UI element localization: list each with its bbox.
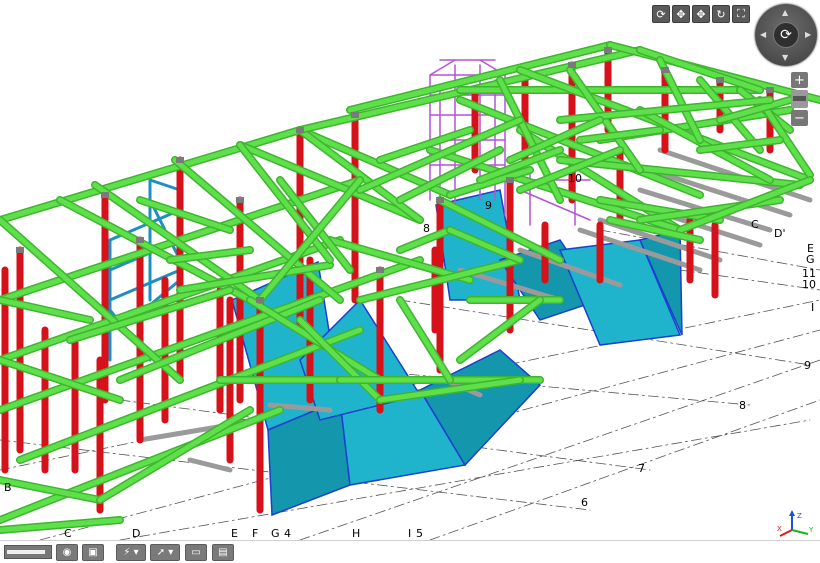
eye-icon[interactable]: ◉ xyxy=(56,544,78,561)
grid-label-d: D xyxy=(132,527,141,540)
grid-label-right-d: D' xyxy=(774,227,786,240)
wheel-up-arrow-icon[interactable]: ▲ xyxy=(782,8,788,17)
connection-plate xyxy=(436,197,444,203)
grid-label-5: 5 xyxy=(416,527,423,540)
connection-plate xyxy=(716,77,724,83)
orbit-icon[interactable]: ⟳ xyxy=(773,22,799,48)
connection-plate xyxy=(766,87,774,93)
zoom-out-button[interactable]: − xyxy=(791,110,808,126)
connection-plate xyxy=(176,157,184,163)
connection-plate xyxy=(506,177,514,183)
grid-label-f: F xyxy=(252,527,259,540)
zoom-in-button[interactable]: + xyxy=(791,72,808,88)
axis-y-label: Y xyxy=(808,526,814,534)
pan-icon[interactable]: ✥ xyxy=(672,5,690,23)
grid-label-8: 8 xyxy=(739,399,746,412)
connection-plate xyxy=(376,267,384,273)
orbit-icon[interactable]: ⟳ xyxy=(652,5,670,23)
rotate-icon[interactable]: ↻ xyxy=(712,5,730,23)
cube-icon[interactable]: ▣ xyxy=(82,544,104,561)
bottom-toolbar: ◉ ▣ ⚡ ▾ ➚ ▾ ▭ ▤ xyxy=(0,540,820,563)
axis-z-label: Z xyxy=(797,512,802,520)
view-navigation-toolbar: ⟳ ✥ ✥ ↻ ⛶ xyxy=(652,5,750,24)
connection-plate xyxy=(236,197,244,203)
connection-plate xyxy=(604,47,612,53)
grid-label-b: B xyxy=(4,481,12,494)
fullscreen-icon[interactable]: ⛶ xyxy=(732,5,750,23)
comment-icon[interactable]: ▭ xyxy=(185,544,207,561)
grid-label-4: 4 xyxy=(284,527,291,540)
transparency-slider-fill xyxy=(7,550,45,554)
bracing-member xyxy=(108,268,182,302)
grid-label-right-g: G xyxy=(806,253,815,266)
lightning-icon[interactable]: ⚡ ▾ xyxy=(116,544,146,561)
axis-x-label: X xyxy=(777,525,782,533)
grid-label-e: E xyxy=(231,527,238,540)
3d-viewport[interactable]: B C D E F G 4 H I 5 C D' E G 11 10 I 9 8… xyxy=(0,0,820,540)
grid-label-inner-9: 9 xyxy=(485,199,492,212)
grid-label-h: H xyxy=(352,527,361,540)
grid-label-right-c: C xyxy=(751,218,759,231)
grid-label-right-i: I xyxy=(811,301,815,314)
zoom-control: + − xyxy=(791,72,809,128)
bracing-member xyxy=(148,178,182,192)
structural-model[interactable] xyxy=(0,0,820,540)
connection-plate xyxy=(661,67,669,73)
grid-label-g: G xyxy=(271,527,280,540)
grid-label-right-10: 10 xyxy=(802,278,816,291)
zoom-slider-handle[interactable] xyxy=(793,96,806,101)
grid-label-7: 7 xyxy=(638,462,645,475)
connection-plate xyxy=(568,62,576,68)
connection-plate xyxy=(101,192,109,198)
connection-plate xyxy=(296,127,304,133)
secondary-beam xyxy=(187,457,233,473)
grid-label-c: C xyxy=(64,527,72,540)
navigation-wheel[interactable]: ▲ ▼ ◀ ▶ ⟳ xyxy=(755,4,817,66)
transparency-slider[interactable] xyxy=(4,545,52,559)
steel-beam xyxy=(0,297,93,323)
document-icon[interactable]: ▤ xyxy=(212,544,234,561)
grid-label-i: I xyxy=(408,527,412,540)
zoom-slider[interactable] xyxy=(791,90,808,108)
connection-plate xyxy=(351,112,359,118)
wheel-right-arrow-icon[interactable]: ▶ xyxy=(805,30,811,39)
connection-plate xyxy=(256,297,264,303)
stair-tower-beam xyxy=(429,59,456,76)
connection-plate xyxy=(136,237,144,243)
grid-label-9: 9 xyxy=(804,359,811,372)
axis-gizmo: Z X Y xyxy=(777,510,814,537)
arrow-icon[interactable]: ➚ ▾ xyxy=(150,544,180,561)
wheel-left-arrow-icon[interactable]: ◀ xyxy=(760,30,766,39)
grid-label-inner-8: 8 xyxy=(423,222,430,235)
wheel-down-arrow-icon[interactable]: ▼ xyxy=(782,53,788,62)
steel-beam xyxy=(0,217,183,383)
grid-label-6: 6 xyxy=(581,496,588,509)
connection-plate xyxy=(16,247,24,253)
grid-label-inner-10: 10 xyxy=(568,172,582,185)
move-icon[interactable]: ✥ xyxy=(692,5,710,23)
